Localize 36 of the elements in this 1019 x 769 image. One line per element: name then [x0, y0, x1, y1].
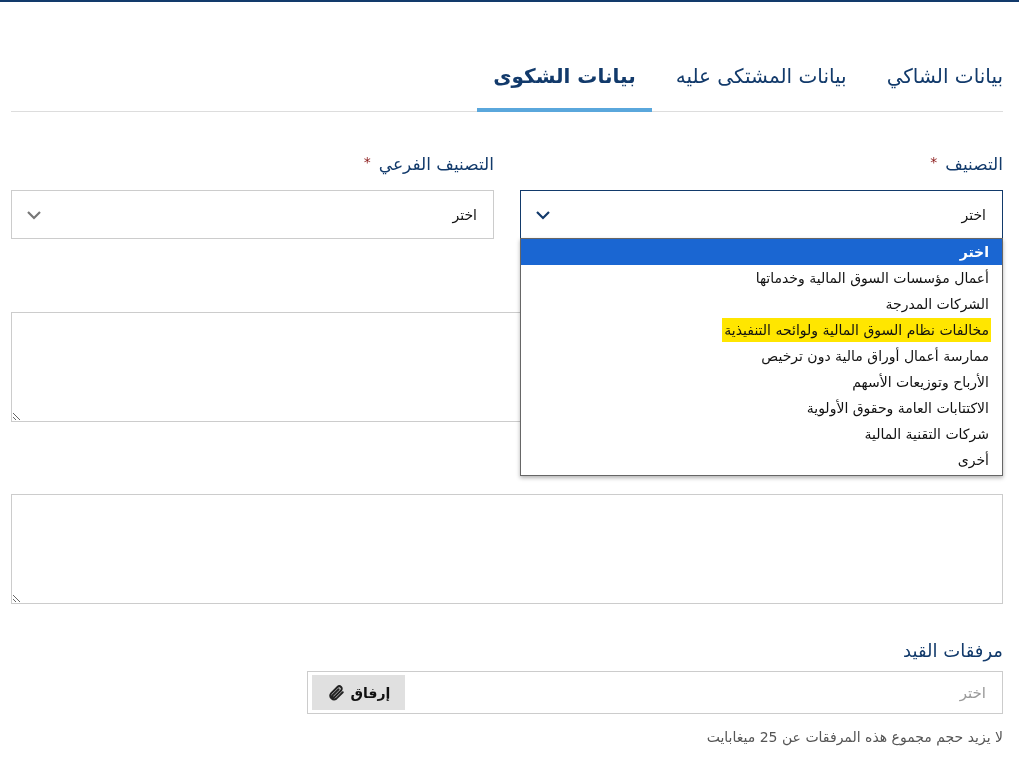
- dropdown-option[interactable]: اختر: [521, 239, 1002, 265]
- dropdown-option[interactable]: شركات التقنية المالية: [521, 421, 1002, 447]
- tab[interactable]: بيانات المشتكى عليه: [675, 52, 847, 112]
- option-text: الاكتتابات العامة وحقوق الأولوية: [806, 400, 989, 416]
- dropdown-option[interactable]: ممارسة أعمال أوراق مالية دون ترخيص: [521, 343, 1002, 369]
- highlighted-text: مخالفات نظام السوق المالية ولوائحه التنفيذية: [722, 318, 991, 342]
- option-text: أخرى: [957, 452, 989, 468]
- tab[interactable]: بيانات الشكوى: [477, 52, 652, 112]
- dropdown-option[interactable]: أخرى: [521, 447, 1002, 473]
- option-text: الأرباح وتوزيعات الأسهم: [852, 374, 989, 390]
- attach-button[interactable]: إرفاق: [312, 675, 405, 710]
- select-field[interactable]: اختر: [11, 190, 494, 239]
- dropdown-option[interactable]: الأرباح وتوزيعات الأسهم: [521, 369, 1002, 395]
- select-value: اختر: [452, 206, 477, 223]
- file-placeholder: اختر: [959, 683, 986, 702]
- select-value: اختر: [961, 206, 986, 223]
- field-label: التصنيف الفرعي: [378, 154, 494, 177]
- dropdown-option[interactable]: الشركات المدرجة: [521, 291, 1002, 317]
- chevron-down-icon: [535, 209, 551, 220]
- field-label: مرفقات القيد: [902, 640, 1003, 661]
- file-field[interactable]: اختر إرفاق: [307, 671, 1003, 714]
- dropdown-option[interactable]: مخالفات نظام السوق المالية ولوائحه التنفيذية: [521, 317, 1002, 343]
- tab[interactable]: بيانات الشاكي: [886, 52, 1003, 112]
- option-text: اختر: [959, 244, 989, 260]
- required-asterisk: *: [363, 154, 371, 170]
- hint-text: لا يزيد حجم مجموع هذه المرفقات عن 25 ميغابايت: [705, 729, 1003, 745]
- field-label: التصنيف: [945, 154, 1003, 176]
- option-text: ممارسة أعمال أوراق مالية دون ترخيص: [761, 348, 989, 364]
- required-asterisk: *: [930, 154, 938, 170]
- option-text: شركات التقنية المالية: [864, 426, 989, 442]
- dropdown-option[interactable]: الاكتتابات العامة وحقوق الأولوية: [521, 395, 1002, 421]
- option-text: الشركات المدرجة: [885, 296, 989, 312]
- paperclip-icon: [326, 683, 345, 702]
- chevron-down-icon: [26, 209, 42, 220]
- dropdown-option[interactable]: أعمال مؤسسات السوق المالية وخدماتها: [521, 265, 1002, 291]
- option-text: أعمال مؤسسات السوق المالية وخدماتها: [755, 270, 989, 286]
